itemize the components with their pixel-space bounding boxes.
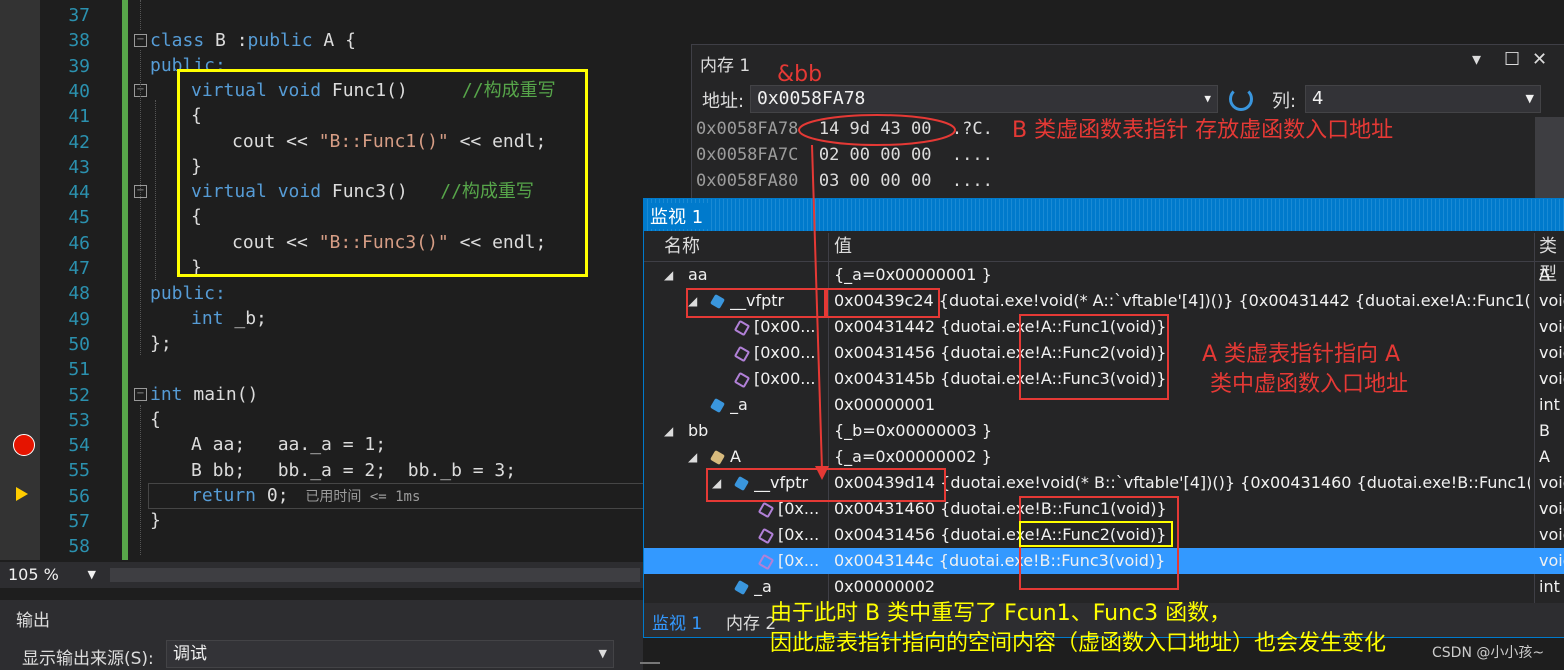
annotation-bottom-1: 由于此时 B 类中重写了 Fcun1、Func3 函数， bbox=[770, 601, 1232, 626]
annotation-box-a-vfptr-value bbox=[826, 288, 940, 318]
watermark: CSDN @小小孩~ bbox=[1432, 645, 1545, 661]
annotation-arrow bbox=[811, 144, 829, 480]
annotation-bottom-2: 因此虚表指针指向的空间内容（虚函数入口地址）也会发生变化 bbox=[770, 631, 1387, 656]
annotation-box-a-vfptr bbox=[686, 288, 826, 318]
annotation-box-inherited-func2 bbox=[1019, 521, 1173, 547]
annotation-a-vptr-1: A 类虚表指针指向 A bbox=[1202, 342, 1401, 367]
annotation-box-b-vfptr bbox=[706, 468, 946, 502]
annotation-box-a-funcs bbox=[1019, 314, 1169, 400]
annotation-a-vptr-2: 类中虚函数入口地址 bbox=[1210, 372, 1409, 397]
